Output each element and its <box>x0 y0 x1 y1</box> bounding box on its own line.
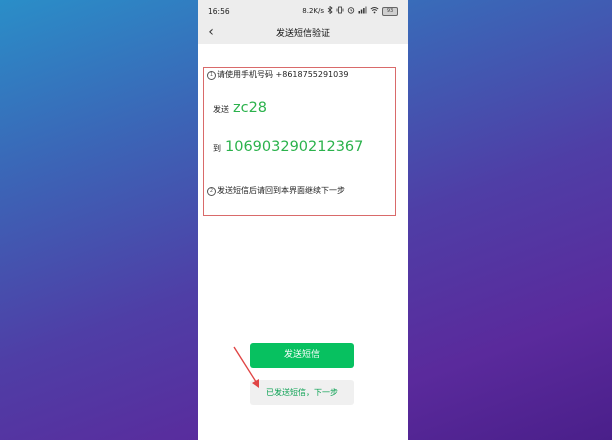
step-1-text: 请使用手机号码 +8618755291039 <box>217 70 349 79</box>
annotation-arrow-icon <box>233 346 259 388</box>
send-code-row: 发送 zc28 <box>213 97 267 116</box>
step-2-text: 发送短信后请回到本界面继续下一步 <box>217 186 345 195</box>
step-2-number-icon: 2 <box>207 187 216 196</box>
send-prefix: 发送 <box>213 105 229 114</box>
send-to-row: 到 106903290212367 <box>213 136 363 155</box>
title-bar: ‹ 发送短信验证 <box>198 22 408 44</box>
network-speed: 8.2K/s <box>302 7 324 15</box>
bluetooth-icon <box>327 5 333 17</box>
alarm-icon <box>347 6 355 17</box>
step-1-number-icon: 1 <box>207 71 216 80</box>
target-number: 106903290212367 <box>225 139 364 155</box>
vibrate-icon <box>336 6 344 17</box>
status-bar: 16:56 8.2K/s 93 <box>198 0 408 22</box>
sms-code: zc28 <box>233 100 268 116</box>
instruction-box: 1 请使用手机号码 +8618755291039 发送 zc28 到 10690329… <box>203 67 396 216</box>
battery-icon: 93 <box>382 7 398 16</box>
step-2-line: 2 发送短信后请回到本界面继续下一步 <box>207 185 345 196</box>
page-title: 发送短信验证 <box>275 29 330 39</box>
step-1-line: 1 请使用手机号码 +8618755291039 <box>207 69 348 80</box>
status-time: 16:56 <box>208 7 230 16</box>
status-icons: 8.2K/s 93 <box>302 5 398 17</box>
to-prefix: 到 <box>213 144 221 153</box>
wifi-icon <box>370 6 379 17</box>
signal-icon <box>358 6 367 17</box>
